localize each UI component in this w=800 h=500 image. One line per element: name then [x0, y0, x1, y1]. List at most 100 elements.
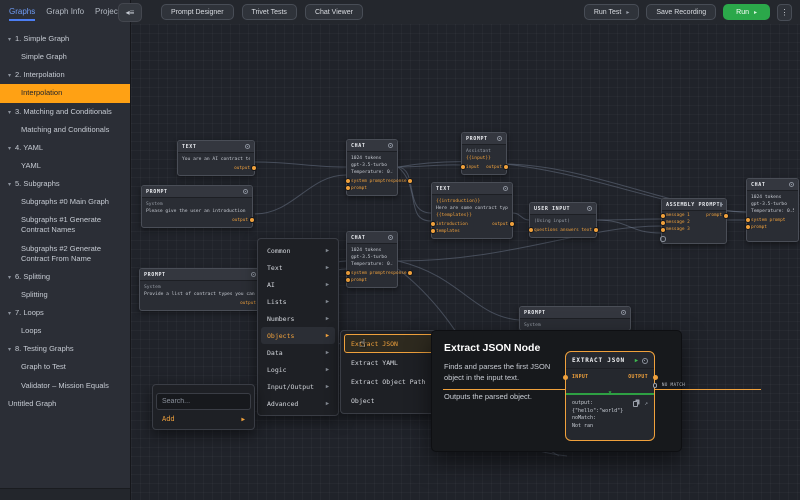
preview-output-icons: ↗ — [633, 401, 648, 407]
sidebar-item-simple-graph[interactable]: Simple Graph — [0, 48, 130, 66]
submenu-item-extract-json[interactable]: Extract JSON — [344, 334, 434, 353]
collapse-sidebar-button[interactable]: ◂≡ — [118, 3, 142, 22]
menu-item-ai[interactable]: AI▶ — [261, 276, 335, 293]
port-prompt[interactable]: prompt — [351, 186, 367, 191]
port-prompt[interactable]: prompt — [751, 225, 767, 230]
copy-icon[interactable] — [633, 401, 638, 407]
tab-graphs[interactable]: Graphs — [9, 7, 35, 21]
submenu-item-extract-object-path[interactable]: Extract Object Path — [344, 372, 434, 391]
sidebar-item-4-yaml[interactable]: ▾4. YAML — [0, 139, 130, 157]
port-input[interactable]: input — [466, 165, 479, 170]
sidebar-item-subgraphs-2-generate-contract-from-name[interactable]: Subgraphs #2 Generate Contract From Name — [0, 240, 130, 268]
topbar: Prompt Designer Trivet Tests Chat Viewer R… — [131, 0, 800, 24]
sidebar-item-label: Simple Graph — [21, 52, 67, 61]
gear-icon[interactable] — [720, 202, 722, 207]
sidebar-item-interpolation[interactable]: Interpolation — [0, 84, 130, 102]
port-message-2[interactable]: message 2 — [666, 220, 690, 225]
chat-viewer-button[interactable]: Chat Viewer — [305, 4, 363, 20]
gear-icon[interactable] — [245, 144, 250, 149]
sidebar-item-graph-to-test[interactable]: Graph to Test — [0, 358, 130, 376]
node-text[interactable]: TEXTYou are an AI contract template gene… — [177, 140, 255, 176]
port-system-prompt[interactable]: system prompt — [351, 179, 385, 184]
submenu-item-extract-yaml[interactable]: Extract YAML — [344, 353, 434, 372]
node-prompt[interactable]: PROMPTAssistant{{input}}inputoutput — [461, 132, 507, 175]
sidebar-item-8-testing-graphs[interactable]: ▾8. Testing Graphs — [0, 340, 130, 358]
sidebar-item-7-loops[interactable]: ▾7. Loops — [0, 304, 130, 322]
menu-item-numbers[interactable]: Numbers▶ — [261, 310, 335, 327]
port-response[interactable]: response — [385, 271, 406, 276]
port-prompt[interactable]: prompt — [351, 278, 367, 283]
port-questions[interactable]: questions — [534, 228, 558, 233]
sidebar-item-yaml[interactable]: YAML — [0, 157, 130, 175]
gear-icon[interactable] — [388, 235, 393, 240]
sidebar-item-label: Subgraphs #2 Generate Contract From Name — [21, 244, 101, 263]
node-title: PROMPT — [524, 310, 546, 316]
node-chat[interactable]: CHAT1024 tokensgpt-3.5-turboTemperature:… — [346, 139, 398, 196]
port-output[interactable]: output — [234, 166, 250, 171]
tab-project[interactable]: Project — [95, 7, 120, 21]
menu-item-lists[interactable]: Lists▶ — [261, 293, 335, 310]
menu-item-input-output[interactable]: Input/Output▶ — [261, 378, 335, 395]
port-templates[interactable]: templates — [436, 229, 460, 234]
sidebar-item-subgraphs-1-generate-contract-names[interactable]: Subgraphs #1 Generate Contract Names — [0, 211, 130, 239]
overflow-menu-button[interactable]: ⋮ — [777, 4, 792, 21]
search-input[interactable] — [156, 393, 251, 410]
node-user-input[interactable]: USER INPUT(Using input)questionsanswers … — [529, 202, 597, 238]
node-prompt[interactable]: PROMPTSystem — [519, 306, 631, 331]
node-text[interactable]: TEXT{{introduction}}Here are some contra… — [431, 182, 513, 239]
gear-icon[interactable] — [497, 136, 502, 141]
sidebar-item-subgraphs-0-main-graph[interactable]: Subgraphs #0 Main Graph — [0, 193, 130, 211]
run-test-button[interactable]: Run Test▸ — [584, 4, 640, 20]
sidebar-item-splitting[interactable]: Splitting — [0, 286, 130, 304]
save-recording-button[interactable]: Save Recording — [646, 4, 716, 20]
node-chat[interactable]: CHAT1024 tokensgpt-3.5-turboTemperature:… — [746, 178, 799, 242]
port-output[interactable]: output — [232, 218, 248, 223]
port-introduction[interactable]: introduction — [436, 222, 468, 227]
sidebar-item-6-splitting[interactable]: ▾6. Splitting — [0, 268, 130, 286]
sidebar-item-loops[interactable]: Loops — [0, 322, 130, 340]
port-prompt[interactable]: prompt — [706, 213, 722, 218]
menu-item-data[interactable]: Data▶ — [261, 344, 335, 361]
sidebar-item-2-interpolation[interactable]: ▾2. Interpolation — [0, 66, 130, 84]
sidebar-item-matching-and-conditionals[interactable]: Matching and Conditionals — [0, 121, 130, 139]
port-system-prompt[interactable]: system prompt — [751, 218, 785, 223]
node-prompt[interactable]: PROMPTSystemPlease give the user an intr… — [141, 185, 253, 228]
node-prompt[interactable]: PROMPTSystemProvide a list of contract t… — [139, 268, 261, 311]
gear-icon[interactable] — [503, 186, 508, 191]
node-assembly-prompt[interactable]: ASSEMBLY PROMPTmessage 1promptmessage 2m… — [661, 198, 727, 244]
gear-icon[interactable] — [388, 143, 393, 148]
port-system-prompt[interactable]: system prompt — [351, 271, 385, 276]
menu-item-common[interactable]: Common▶ — [261, 242, 335, 259]
node-text-line: (Using input) — [534, 218, 592, 225]
menu-item-advanced[interactable]: Advanced▶ — [261, 395, 335, 412]
submenu-item-object[interactable]: Object — [344, 391, 434, 410]
prompt-designer-button[interactable]: Prompt Designer — [161, 4, 234, 20]
port-answers-text[interactable]: answers text — [560, 228, 592, 233]
gear-icon[interactable] — [243, 189, 248, 194]
gear-icon[interactable] — [621, 310, 626, 315]
gear-icon[interactable] — [251, 272, 256, 277]
port-message-1[interactable]: message 1 — [666, 213, 690, 218]
menu-item-logic[interactable]: Logic▶ — [261, 361, 335, 378]
sidebar-item-1-simple-graph[interactable]: ▾1. Simple Graph — [0, 30, 130, 48]
sidebar-item-5-subgraphs[interactable]: ▾5. Subgraphs — [0, 175, 130, 193]
port-message-3[interactable]: message 3 — [666, 227, 690, 232]
add-menu-item[interactable]: Add ▶ — [156, 410, 251, 426]
sidebar-item-3-matching-and-conditionals[interactable]: ▾3. Matching and Conditionals — [0, 103, 130, 121]
run-button[interactable]: Run▸ — [723, 4, 770, 20]
node-chat[interactable]: CHAT1024 tokensgpt-3.5-turboTemperature:… — [346, 231, 398, 288]
trivet-tests-button[interactable]: Trivet Tests — [242, 4, 297, 20]
sidebar-item-untitled-graph[interactable]: Untitled Graph — [0, 395, 130, 413]
graph-canvas[interactable]: TEXTYou are an AI contract template gene… — [131, 24, 800, 500]
menu-item-text[interactable]: Text▶ — [261, 259, 335, 276]
menu-item-objects[interactable]: Objects▶ — [261, 327, 335, 344]
expand-icon[interactable]: ↗ — [644, 401, 648, 407]
tab-graph-info[interactable]: Graph Info — [46, 7, 84, 21]
port-output[interactable]: output — [240, 301, 256, 306]
port-output[interactable]: output — [492, 222, 508, 227]
sidebar-item-validator-mission-equals[interactable]: Validator – Mission Equals — [0, 377, 130, 395]
gear-icon[interactable] — [789, 182, 794, 187]
port-response[interactable]: response — [385, 179, 406, 184]
port-output[interactable]: output — [486, 165, 502, 170]
gear-icon[interactable] — [587, 206, 592, 211]
